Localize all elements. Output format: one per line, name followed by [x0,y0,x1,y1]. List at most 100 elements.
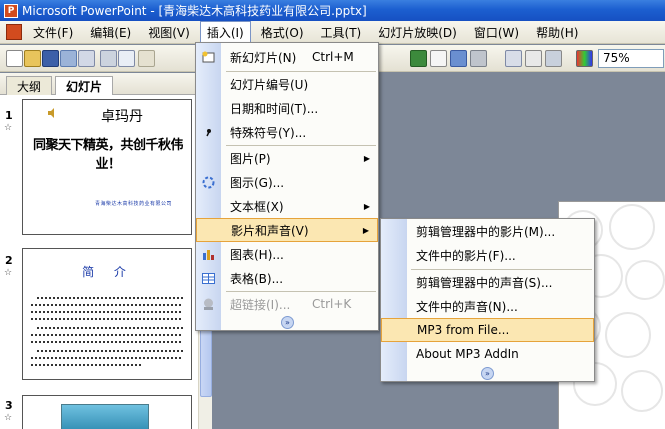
menu-item-label: 剪辑管理器中的影片(M)... [416,224,556,239]
menu-item-label: 文件中的声音(N)... [416,299,518,314]
hyperlink-icon [204,298,213,310]
menu-item-sound-from-file[interactable]: 文件中的声音(N)... [381,294,594,318]
slide-2-text-line [37,327,183,329]
background-swirl [621,370,663,412]
new-slide-icon [202,51,215,62]
slide-number-3: 3 [5,399,13,412]
menu-item-diagram[interactable]: 图示(G)... [196,170,378,194]
menu-item-label: 新幻灯片(N) [230,50,297,65]
menu-item-new-slide[interactable]: 新幻灯片(N) Ctrl+M [196,45,378,69]
menu-item-movies-sounds[interactable]: 影片和声音(V) ▶ [196,218,378,242]
menu-item-label: 图片(P) [230,151,271,166]
expand-menu-icon[interactable]: » [481,367,494,380]
menu-item-mp3-from-file[interactable]: MP3 from File... [381,318,594,342]
save-icon[interactable] [42,50,59,67]
symbol-icon [206,128,211,136]
slide-thumbnail-1[interactable]: 卓玛丹 同聚天下精英，共创千秋伟业！ 青海柴达木高科技药业有限公司 [22,99,192,235]
menu-item-special-symbol[interactable]: 特殊符号(Y)... [196,120,378,144]
menu-item-label: MP3 from File... [417,323,510,337]
menu-item-date-time[interactable]: 日期和时间(T)... [196,96,378,120]
email-icon[interactable] [78,50,95,67]
menu-slideshow[interactable]: 幻灯片放映(D) [371,21,464,44]
print-icon[interactable] [100,50,117,67]
submenu-arrow-icon: ▶ [362,225,369,235]
menu-edit[interactable]: 编辑(E) [83,21,138,44]
slide-number-2: 2 [5,254,13,267]
slide-1-title: 卓玛丹 [101,109,143,125]
slide-2-text-line [31,341,183,343]
speaker-icon [48,108,54,118]
menu-file[interactable]: 文件(F) [26,21,80,44]
tables-borders-icon[interactable] [450,50,467,67]
menu-help[interactable]: 帮助(H) [529,21,585,44]
permission-icon[interactable] [60,50,77,67]
menu-format[interactable]: 格式(O) [254,21,311,44]
print-preview-icon[interactable] [118,50,135,67]
new-icon[interactable] [6,50,23,67]
menu-insert[interactable]: 插入(I) [199,21,251,43]
menu-item-about-mp3-addin[interactable]: About MP3 AddIn [381,342,594,366]
slide-transition-icon: ☆ [4,123,13,133]
menu-item-movie-from-file[interactable]: 文件中的影片(F)... [381,243,594,267]
diagram-icon [202,176,215,188]
menu-item-movie-from-clip-organizer[interactable]: 剪辑管理器中的影片(M)... [381,219,594,243]
color-grayscale-icon[interactable] [576,50,593,67]
powerpoint-app-icon[interactable]: P [4,3,18,18]
slide-2-text-line [37,350,183,352]
hyperlink-toolbar-icon[interactable] [470,50,487,67]
movies-sounds-submenu: 剪辑管理器中的影片(M)... 文件中的影片(F)... 剪辑管理器中的声音(S… [380,218,595,382]
slide-thumbnail-2[interactable]: 简 介 [22,248,192,380]
menu-item-label: About MP3 AddIn [416,347,519,361]
grid-icon[interactable] [545,50,562,67]
title-bar: P Microsoft PowerPoint - [青海柴达木高科技药业有限公司… [0,0,665,21]
menu-item-text-box[interactable]: 文本框(X) ▶ [196,194,378,218]
slide-1-footer: 青海柴达木高科技药业有限公司 [95,201,173,207]
tab-outline[interactable]: 大纲 [6,76,53,95]
slide-2-text-line [31,311,183,313]
slide-2-text-line [31,334,183,336]
slide-number-1: 1 [5,109,13,122]
slide-1-subtitle: 同聚天下精英，共创千秋伟业！ [32,138,184,172]
menu-item-label: 幻灯片编号(U) [230,77,309,92]
window-title: Microsoft PowerPoint - [青海柴达木高科技药业有限公司.p… [22,4,367,18]
shortcut-label: Ctrl+K [312,297,352,311]
background-swirl [605,312,651,358]
menu-item-label: 特殊符号(Y)... [230,125,307,140]
menu-item-table[interactable]: 表格(B)... [196,266,378,290]
menu-tools[interactable]: 工具(T) [314,21,369,44]
menu-view[interactable]: 视图(V) [141,21,197,44]
expand-menu-icon[interactable]: » [281,316,294,329]
menu-item-label: 表格(B)... [230,271,284,286]
slides-pane: 大纲 幻灯片 × 1 ☆ 卓玛丹 同聚天下精英，共创千秋伟业！ 青海柴达木高科技… [0,73,212,429]
menu-item-sound-from-clip-organizer[interactable]: 剪辑管理器中的声音(S)... [381,270,594,294]
open-icon[interactable] [24,50,41,67]
menu-item-label: 图示(G)... [230,175,285,190]
menu-item-chart[interactable]: 图表(H)... [196,242,378,266]
slide-2-text-line [37,297,183,299]
tab-slides[interactable]: 幻灯片 [55,76,114,95]
menu-bar: 文件(F) 编辑(E) 视图(V) 插入(I) 格式(O) 工具(T) 幻灯片放… [0,21,665,44]
slide-thumbnail-3[interactable] [22,395,192,429]
document-icon[interactable] [6,24,22,40]
slide-2-text-line [31,304,183,306]
menu-window[interactable]: 窗口(W) [467,21,526,44]
slide-2-text-line [31,357,183,359]
insert-table-icon[interactable] [430,50,447,67]
show-formatting-icon[interactable] [525,50,542,67]
shortcut-label: Ctrl+M [312,50,354,64]
insert-chart-icon[interactable] [410,50,427,67]
menu-item-label: 文本框(X) [230,199,284,214]
zoom-combo[interactable]: 75% [598,49,664,68]
background-swirl [609,204,655,250]
menu-item-label: 日期和时间(T)... [230,101,319,116]
expand-all-icon[interactable] [505,50,522,67]
menu-item-slide-number[interactable]: 幻灯片编号(U) [196,72,378,96]
submenu-arrow-icon: ▶ [363,201,370,211]
spelling-icon[interactable] [138,50,155,67]
pane-tabs: 大纲 幻灯片 × [0,73,212,95]
menu-item-label: 超链接(I)... [230,297,291,312]
menu-item-label: 图表(H)... [230,247,284,262]
insert-menu: 新幻灯片(N) Ctrl+M 幻灯片编号(U) 日期和时间(T)... 特殊符号… [195,42,379,331]
slide-transition-icon: ☆ [4,268,13,278]
menu-item-picture[interactable]: 图片(P) ▶ [196,146,378,170]
